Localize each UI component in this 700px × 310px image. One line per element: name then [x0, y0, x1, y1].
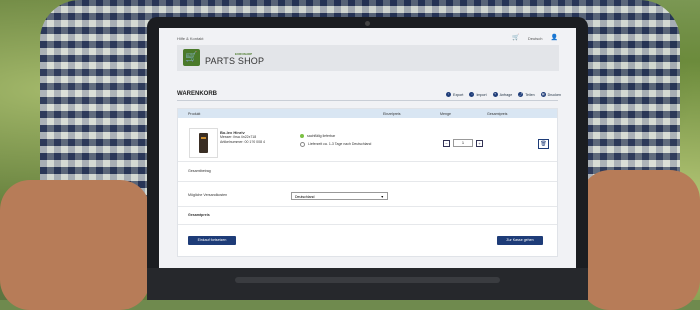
export-icon: ↑ — [446, 92, 452, 97]
product-info: Bo-lex Hinriv Messer: ihsa 4n22x718 Arti… — [220, 130, 265, 145]
row-divider — [178, 181, 557, 182]
request-label: Anfrage — [499, 92, 513, 97]
left-arm — [0, 180, 150, 310]
quantity-stepper: − 1 + — [443, 139, 483, 147]
chevron-down-icon: ▼ — [380, 195, 384, 199]
product-image-body — [199, 133, 208, 153]
cart-actions: ↑ Export ↓ Import ? Anfrage ⤴ Teilen ▤ Drucke… — [446, 92, 561, 97]
share-label: Teilen — [525, 92, 535, 97]
language-switch[interactable]: Deutsch — [528, 36, 543, 41]
subtotal-label: Gesamtbetrag — [188, 169, 211, 173]
page-title: WARENKORB — [177, 91, 217, 97]
laptop-screen: Hilfe & Kontakt 🛒 Deutsch 👤 🛒 EUROSHOP P… — [159, 28, 576, 268]
row-divider — [178, 206, 557, 207]
product-image-label — [201, 137, 206, 139]
print-action[interactable]: ▤ Drucken — [540, 92, 561, 97]
cart-table: Produkt Einzelpreis Menge Gesamtpreis Bo… — [177, 108, 558, 257]
export-action[interactable]: ↑ Export — [446, 92, 463, 97]
shipping-country-select[interactable]: Deutschland ▼ — [291, 192, 388, 200]
shop-header: 🛒 EUROSHOP PARTS SHOP — [177, 45, 559, 71]
export-label: Export — [453, 92, 464, 97]
row-divider — [178, 161, 557, 162]
request-action[interactable]: ? Anfrage — [492, 92, 513, 97]
col-product: Produkt — [188, 112, 201, 116]
availability-text: sachflälig lieferbar — [307, 134, 336, 138]
help-link[interactable]: Hilfe & Kontakt — [177, 36, 203, 41]
print-icon: ▤ — [540, 92, 546, 97]
shipping-label: Mögliche Versandkosten — [188, 193, 228, 197]
availability: sachflälig lieferbar Lieferzeit ca. 1-3 … — [300, 132, 371, 148]
laptop-base — [147, 268, 588, 300]
title-divider — [177, 100, 558, 101]
top-bar: Hilfe & Kontakt 🛒 Deutsch 👤 — [177, 34, 558, 44]
laptop-hinge — [235, 277, 500, 283]
import-icon: ↓ — [469, 92, 475, 97]
product-image[interactable] — [189, 128, 218, 158]
col-total-price: Gesamtpreis — [487, 112, 508, 116]
decrease-quantity-button[interactable]: − — [443, 139, 450, 147]
logo-text[interactable]: PARTS SHOP — [205, 56, 264, 66]
increase-quantity-button[interactable]: + — [476, 139, 483, 147]
share-icon: ⤴ — [518, 92, 524, 97]
clock-icon — [300, 141, 305, 147]
request-icon: ? — [492, 92, 498, 97]
row-divider — [178, 224, 557, 225]
share-action[interactable]: ⤴ Teilen — [518, 92, 535, 97]
shipping-country-value: Deutschland — [295, 195, 315, 199]
delivery-text: Lieferzeit ca. 1-3 Tage nach Deutschland — [308, 142, 372, 146]
import-label: Import — [476, 92, 487, 97]
available-dot-icon — [300, 134, 304, 139]
trash-icon[interactable]: 🗑 — [538, 139, 549, 149]
laptop-camera — [365, 21, 370, 26]
total-label: Gesamtpreis — [188, 213, 210, 217]
col-quantity: Menge — [440, 112, 451, 116]
logo-cart-icon[interactable]: 🛒 — [183, 49, 200, 66]
right-arm — [580, 170, 700, 310]
continue-shopping-button[interactable]: Einkauf fortsetzen — [188, 236, 236, 245]
col-unit-price: Einzelpreis — [383, 112, 401, 116]
table-header: Produkt Einzelpreis Menge Gesamtpreis — [178, 109, 557, 118]
product-article-number: Artikelnummer: 00 1?0 008 4 — [220, 140, 265, 144]
checkout-button[interactable]: Zur Kasse gehen — [497, 236, 543, 245]
print-label: Drucken — [547, 92, 561, 97]
import-action[interactable]: ↓ Import — [469, 92, 487, 97]
user-icon[interactable]: 👤 — [551, 35, 558, 41]
cart-icon[interactable]: 🛒 — [512, 35, 519, 41]
quantity-input[interactable]: 1 — [453, 139, 473, 147]
